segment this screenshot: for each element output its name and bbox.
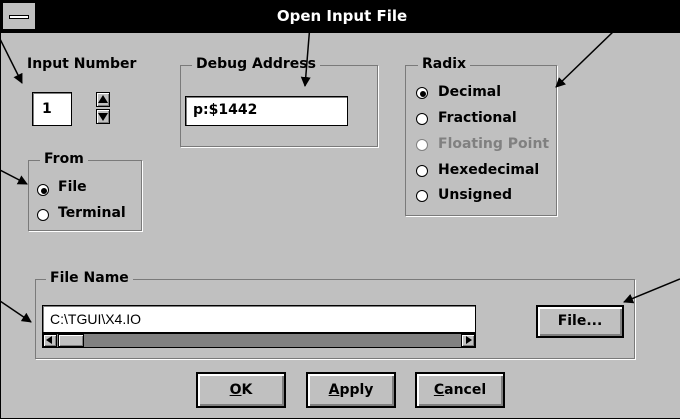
callout-arrow-file-name [0, 300, 32, 323]
callout-arrow-radix [555, 0, 647, 88]
callout-arrow-from [0, 169, 28, 185]
callout-arrows-overlay [0, 0, 680, 323]
callout-arrow-file-button [623, 278, 680, 304]
callout-arrow-input-number [0, 38, 23, 84]
callout-arrow-debug-address [300, 0, 313, 87]
